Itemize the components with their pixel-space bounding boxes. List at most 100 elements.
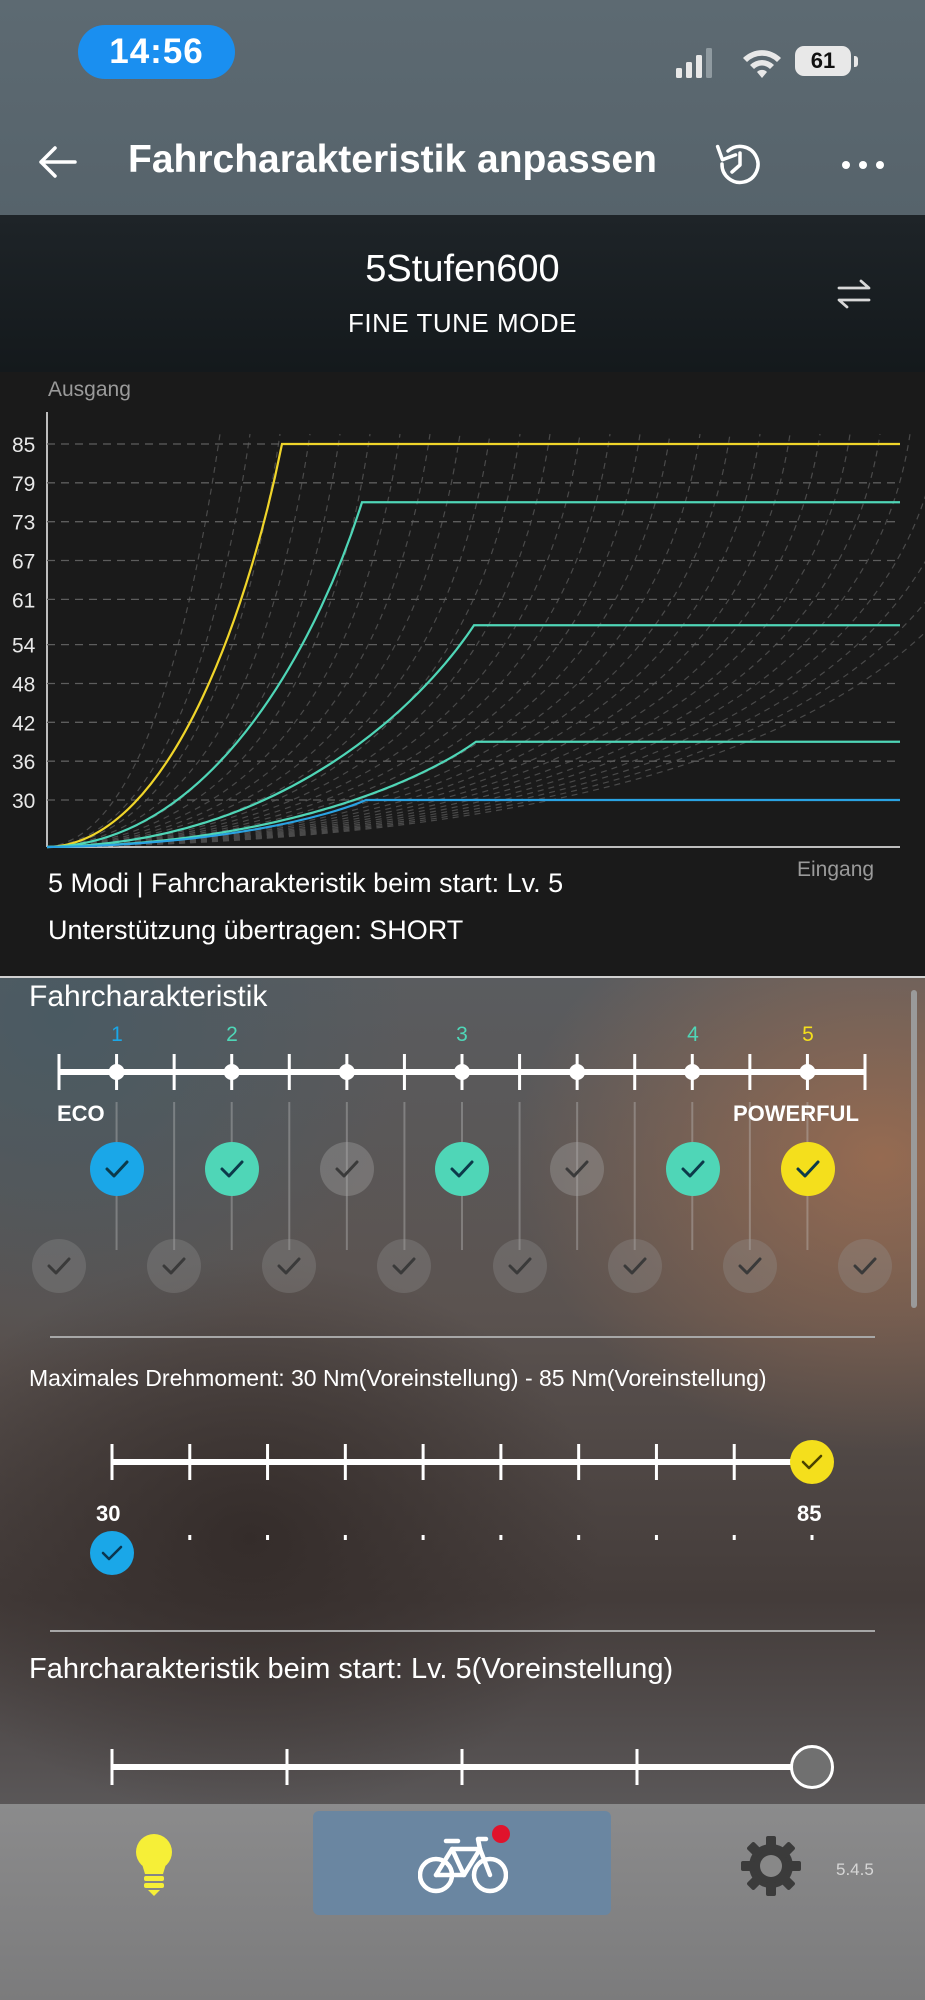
- checkmark-icon: [105, 1160, 129, 1178]
- scale-node: [799, 1064, 816, 1080]
- start-level-knob[interactable]: [790, 1745, 834, 1789]
- level-1-toggle[interactable]: [90, 1142, 144, 1196]
- y-tick-label: 42: [12, 712, 35, 735]
- checkmark-icon: [801, 1454, 823, 1470]
- checkmark-icon: [101, 1545, 123, 1561]
- signal-bar-4: [706, 48, 712, 78]
- arrow-left-icon: [39, 146, 77, 178]
- level-toggle-off[interactable]: [377, 1239, 431, 1293]
- start-level-slider: [110, 1749, 806, 1785]
- screen: 14:56 61 Fahrcharakteristik anpassen 5St…: [0, 0, 925, 2000]
- reference-curve: [46, 433, 431, 848]
- reference-curve: [46, 433, 281, 848]
- signal-bar-2: [686, 62, 692, 78]
- swap-icon: [837, 279, 871, 309]
- level-toggle-off[interactable]: [723, 1239, 777, 1293]
- level-3-toggle[interactable]: [435, 1142, 489, 1196]
- level-number-4: 4: [687, 1023, 699, 1046]
- y-tick-label: 61: [12, 589, 35, 612]
- checkmark-icon: [738, 1257, 762, 1275]
- level-toggle-off[interactable]: [262, 1239, 316, 1293]
- checkmark-icon: [796, 1160, 820, 1178]
- reference-curve: [46, 433, 701, 848]
- chart-y-label: Ausgang: [48, 378, 131, 401]
- level-toggle-off[interactable]: [147, 1239, 201, 1293]
- y-tick-label: 30: [12, 790, 35, 813]
- y-tick-label: 36: [12, 751, 35, 774]
- checkmark-icon: [277, 1257, 301, 1275]
- nav-bike-button[interactable]: [417, 1833, 509, 1900]
- reference-curve: [46, 433, 761, 848]
- checkmark-icon: [162, 1257, 186, 1275]
- profile-name: 5Stufen600: [365, 248, 560, 290]
- scale-node: [454, 1064, 470, 1080]
- divider: [50, 1630, 875, 1632]
- reference-curve: [46, 433, 401, 848]
- series-line: [46, 798, 900, 849]
- checkmark-icon: [508, 1257, 532, 1275]
- eco-label: ECO: [57, 1101, 105, 1126]
- level-2-toggle[interactable]: [205, 1142, 259, 1196]
- checkmark-icon: [450, 1160, 474, 1178]
- status-time: 14:56: [78, 25, 235, 79]
- signal-bar-1: [676, 68, 682, 78]
- level-toggle-off[interactable]: [320, 1142, 374, 1196]
- y-tick-label: 85: [12, 434, 35, 457]
- level-number-5: 5: [802, 1023, 814, 1046]
- torque-max-knob[interactable]: [790, 1440, 834, 1484]
- level-4-toggle[interactable]: [666, 1142, 720, 1196]
- more-icon: [842, 161, 884, 169]
- checkmark-icon: [220, 1160, 244, 1178]
- reference-curve: [46, 433, 461, 848]
- chart-x-label: Eingang: [797, 858, 875, 881]
- battery-indicator: 61: [795, 46, 851, 76]
- level-toggle-off[interactable]: [838, 1239, 892, 1293]
- swap-profile-button[interactable]: [835, 278, 873, 310]
- reference-curve: [46, 433, 251, 848]
- y-tick-label: 54: [12, 635, 36, 658]
- reference-curve: [46, 433, 791, 848]
- nav-light-button[interactable]: [130, 1830, 178, 1901]
- scale-node: [569, 1064, 586, 1080]
- scale-node: [338, 1064, 355, 1080]
- lightbulb-icon: [136, 1834, 172, 1896]
- start-level-title: Fahrcharakteristik beim start: Lv. 5(Vor…: [29, 1653, 674, 1685]
- powerful-label: POWERFUL: [733, 1101, 859, 1126]
- level-number-1: 1: [111, 1023, 123, 1046]
- characteristic-chart: 30 36 42 48 54 61 67 73 79 85: [12, 412, 925, 849]
- profile-band: [0, 215, 925, 372]
- history-icon: [715, 144, 760, 185]
- checkmark-icon: [681, 1160, 705, 1178]
- y-tick-label: 48: [12, 673, 35, 696]
- checkmark-icon: [565, 1160, 589, 1178]
- reference-curve: [46, 433, 641, 848]
- level-toggle-off[interactable]: [493, 1239, 547, 1293]
- y-tick-label: 73: [12, 512, 35, 535]
- page-title: Fahrcharakteristik anpassen: [128, 138, 657, 181]
- back-button[interactable]: [35, 140, 79, 184]
- battery-tip: [854, 56, 858, 67]
- chart-info-modes: 5 Modi | Fahrcharakteristik beim start: …: [48, 868, 564, 898]
- reference-curve: [46, 433, 581, 848]
- checkmark-icon: [335, 1160, 359, 1178]
- torque-sliders: [110, 1444, 814, 1540]
- level-toggle-off[interactable]: [550, 1142, 604, 1196]
- nav-settings-button[interactable]: [739, 1834, 803, 1903]
- level-toggle-off[interactable]: [608, 1239, 662, 1293]
- level-5-toggle[interactable]: [781, 1142, 835, 1196]
- y-tick-label: 67: [12, 551, 35, 574]
- level-toggle-off[interactable]: [32, 1239, 86, 1293]
- wifi-icon: [743, 50, 781, 78]
- torque-max-value: 85: [797, 1501, 822, 1526]
- series-line: [46, 442, 900, 849]
- signal-bar-3: [696, 55, 702, 78]
- scale-node: [108, 1064, 125, 1080]
- bicycle-icon: [417, 1836, 509, 1894]
- series-line: [46, 624, 900, 849]
- history-button[interactable]: [712, 136, 768, 192]
- scale-node: [223, 1064, 240, 1080]
- torque-min-knob[interactable]: [90, 1531, 134, 1575]
- reference-curve: [46, 433, 821, 848]
- signal-wifi-icons: [676, 48, 781, 78]
- more-button[interactable]: [840, 158, 886, 170]
